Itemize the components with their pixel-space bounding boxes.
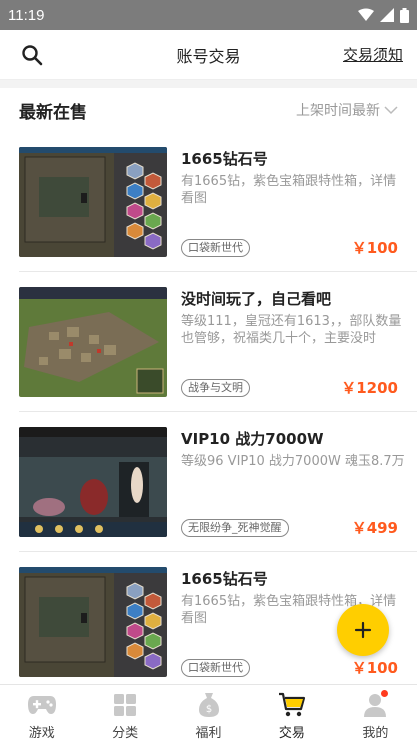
cart-icon xyxy=(277,691,307,719)
top-header: 账号交易 交易须知 xyxy=(0,30,417,80)
listing-description: 等级96 VIP10 战力7000W 魂玉8.7万 xyxy=(181,454,405,469)
section-title: 最新在售 xyxy=(19,102,87,123)
gift-bag-icon: $ xyxy=(194,691,224,719)
chevron-down-icon xyxy=(384,106,398,115)
tab-trade[interactable]: 交易 xyxy=(250,685,333,742)
tab-categories[interactable]: 分类 xyxy=(83,685,166,742)
listing-list: 1665钻石号 有1665钻，紫色宝箱跟特性箱，详情看图 口袋新世代 ￥100 xyxy=(0,132,417,684)
listing-description: 等级111，皇冠还有1613，，部队数量也管够，祝福类几十个，主要没时 xyxy=(181,314,402,346)
tab-label: 交易 xyxy=(278,726,305,741)
listing-price: ￥100 xyxy=(351,659,398,677)
sort-label: 上架时间最新 xyxy=(296,103,380,119)
tab-label: 游戏 xyxy=(28,726,55,741)
listing-thumbnail xyxy=(19,427,167,537)
battery-icon xyxy=(400,7,409,23)
signal-icon xyxy=(380,8,394,22)
gamepad-icon xyxy=(27,691,57,719)
wifi-icon xyxy=(358,8,374,21)
section-header: 最新在售 上架时间最新 xyxy=(0,88,417,132)
listing-title: 1665钻石号 xyxy=(181,150,268,168)
svg-text:$: $ xyxy=(205,704,211,715)
sort-dropdown[interactable]: 上架时间最新 xyxy=(296,100,398,120)
tab-benefits[interactable]: $ 福利 xyxy=(167,685,250,742)
listing-item[interactable]: VIP10 战力7000W 等级96 VIP10 战力7000W 魂玉8.7万 … xyxy=(0,412,417,552)
tab-label: 我的 xyxy=(362,726,389,741)
tab-label: 福利 xyxy=(195,726,222,741)
listing-price: ￥100 xyxy=(351,239,398,257)
listing-item[interactable]: 没时间玩了，自己看吧 等级111，皇冠还有1613，，部队数量也管够，祝福类几十… xyxy=(0,272,417,412)
listing-description: 有1665钻，紫色宝箱跟特性箱，详情看图 xyxy=(181,174,397,206)
game-tag: 战争与文明 xyxy=(181,379,250,397)
trade-rules-link[interactable]: 交易须知 xyxy=(343,44,403,65)
listing-thumbnail xyxy=(19,287,167,397)
listing-thumbnail xyxy=(19,567,167,677)
grid-icon xyxy=(110,691,140,719)
listing-title: 没时间玩了，自己看吧 xyxy=(181,290,332,308)
bottom-tab-bar: 游戏 分类 $ 福利 交易 我的 xyxy=(0,684,417,742)
plus-icon xyxy=(354,621,372,639)
listing-title: VIP10 战力7000W xyxy=(181,430,324,448)
game-tag: 口袋新世代 xyxy=(181,659,250,677)
listing-item[interactable]: 1665钻石号 有1665钻，紫色宝箱跟特性箱，详情看图 口袋新世代 ￥100 xyxy=(0,132,417,272)
listing-price: ￥499 xyxy=(351,519,398,537)
listing-price: ￥1200 xyxy=(341,379,398,397)
tab-mine[interactable]: 我的 xyxy=(334,685,417,742)
status-bar: 11:19 xyxy=(0,0,417,30)
game-tag: 无限纷争_死神觉醒 xyxy=(181,519,289,537)
status-time: 11:19 xyxy=(8,6,45,24)
game-tag: 口袋新世代 xyxy=(181,239,250,257)
tab-label: 分类 xyxy=(112,726,139,741)
listing-title: 1665钻石号 xyxy=(181,570,268,588)
add-listing-button[interactable] xyxy=(337,604,389,656)
status-icons xyxy=(358,7,409,23)
listing-thumbnail xyxy=(19,147,167,257)
tab-games[interactable]: 游戏 xyxy=(0,685,83,742)
